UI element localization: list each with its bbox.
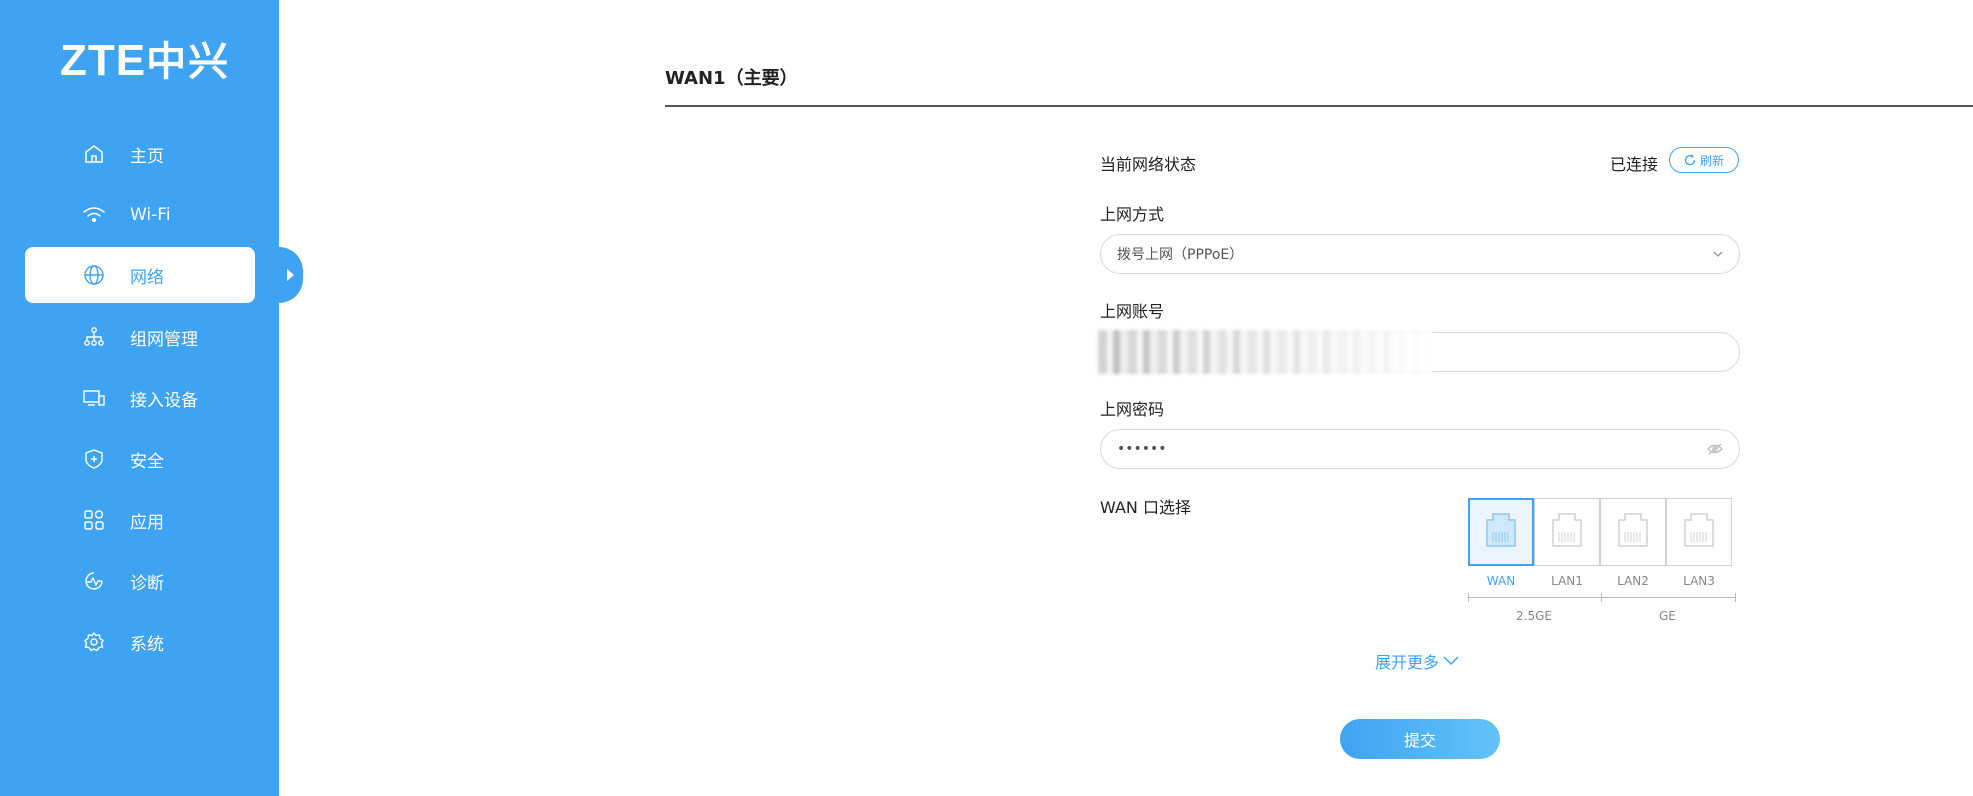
speed-tick — [1468, 593, 1469, 602]
speed-label-2-5ge: 2.5GE — [1516, 609, 1552, 623]
password-value: •••••• — [1117, 441, 1167, 457]
sidebar-item-label: 组网管理 — [130, 329, 198, 350]
submit-button[interactable]: 提交 — [1340, 719, 1500, 759]
speed-tick — [1735, 593, 1736, 602]
redacted-account — [1098, 330, 1434, 374]
devices-icon — [82, 386, 106, 410]
refresh-button[interactable]: 刷新 — [1669, 147, 1739, 173]
network-status-label: 当前网络状态 — [1100, 155, 1197, 174]
account-label: 上网账号 — [1100, 302, 1165, 321]
refresh-icon — [1684, 154, 1696, 166]
network-topology-icon — [82, 325, 106, 349]
sidebar: ZTE中兴 主页 Wi-Fi 网络 组网管理 接入设备 安全 应用 诊断 系统 — [0, 0, 279, 796]
sidebar-item-label: 主页 — [130, 146, 164, 167]
sidebar-item-label: 接入设备 — [130, 390, 198, 411]
sidebar-item-network[interactable]: 网络 — [25, 247, 255, 303]
sidebar-item-security[interactable]: 安全 — [25, 431, 255, 487]
password-label: 上网密码 — [1100, 400, 1165, 419]
port-label-wan: WAN — [1486, 574, 1516, 588]
ethernet-port-icon — [1677, 510, 1721, 554]
port-lan3[interactable] — [1666, 498, 1732, 566]
refresh-label: 刷新 — [1699, 153, 1724, 168]
network-status-value: 已连接 — [1610, 155, 1659, 174]
sidebar-item-label: 诊断 — [130, 573, 164, 594]
port-lan2[interactable] — [1600, 498, 1666, 566]
sidebar-item-label: 应用 — [130, 512, 164, 533]
speed-tick — [1601, 593, 1602, 602]
expand-more-label: 展开更多 — [1375, 653, 1440, 672]
expand-more-link[interactable]: 展开更多 — [1375, 649, 1459, 673]
sidebar-item-label: 网络 — [130, 267, 164, 288]
diagnose-icon — [82, 569, 106, 593]
port-label-lan2: LAN2 — [1617, 574, 1649, 588]
title-divider — [665, 105, 1973, 107]
sidebar-item-diagnose[interactable]: 诊断 — [25, 553, 255, 609]
logo-latin: ZTE — [60, 36, 147, 85]
zte-logo: ZTE中兴 — [60, 36, 230, 87]
wan-port-label: WAN 口选择 — [1100, 498, 1191, 517]
sidebar-item-wifi[interactable]: Wi-Fi — [25, 187, 255, 243]
caret-right-icon — [287, 269, 294, 281]
ethernet-port-icon — [1545, 510, 1589, 554]
sidebar-item-devices[interactable]: 接入设备 — [25, 370, 255, 426]
port-label-lan3: LAN3 — [1683, 574, 1715, 588]
sidebar-item-apps[interactable]: 应用 — [25, 492, 255, 548]
ethernet-port-icon — [1479, 510, 1523, 554]
speed-bracket-line — [1468, 597, 1736, 598]
ethernet-port-icon — [1611, 510, 1655, 554]
chevron-down-icon — [1713, 251, 1723, 257]
active-indicator — [279, 247, 303, 303]
sidebar-item-label: Wi-Fi — [130, 205, 171, 225]
home-icon — [82, 142, 106, 166]
apps-icon — [82, 508, 106, 532]
speed-label-ge: GE — [1659, 609, 1676, 623]
logo-cn: 中兴 — [146, 39, 231, 85]
port-wan[interactable] — [1468, 498, 1534, 566]
sidebar-item-label: 系统 — [130, 634, 164, 655]
sidebar-item-home[interactable]: 主页 — [25, 126, 255, 182]
globe-icon — [82, 263, 106, 287]
wifi-icon — [82, 203, 106, 227]
eye-hidden-icon[interactable] — [1707, 443, 1723, 455]
chevron-down-icon — [1443, 656, 1459, 666]
sidebar-item-system[interactable]: 系统 — [25, 614, 255, 670]
sidebar-item-mesh[interactable]: 组网管理 — [25, 309, 255, 365]
port-lan1[interactable] — [1534, 498, 1600, 566]
shield-icon — [82, 447, 106, 471]
connection-type-value: 拨号上网（PPPoE） — [1117, 247, 1244, 263]
submit-label: 提交 — [1403, 731, 1436, 750]
sidebar-item-label: 安全 — [130, 451, 164, 472]
port-label-lan1: LAN1 — [1551, 574, 1583, 588]
gear-icon — [82, 630, 106, 654]
connection-type-label: 上网方式 — [1100, 205, 1165, 224]
password-input[interactable]: •••••• — [1100, 429, 1740, 469]
page-title: WAN1（主要） — [665, 68, 798, 89]
connection-type-select[interactable]: 拨号上网（PPPoE） — [1100, 234, 1740, 274]
